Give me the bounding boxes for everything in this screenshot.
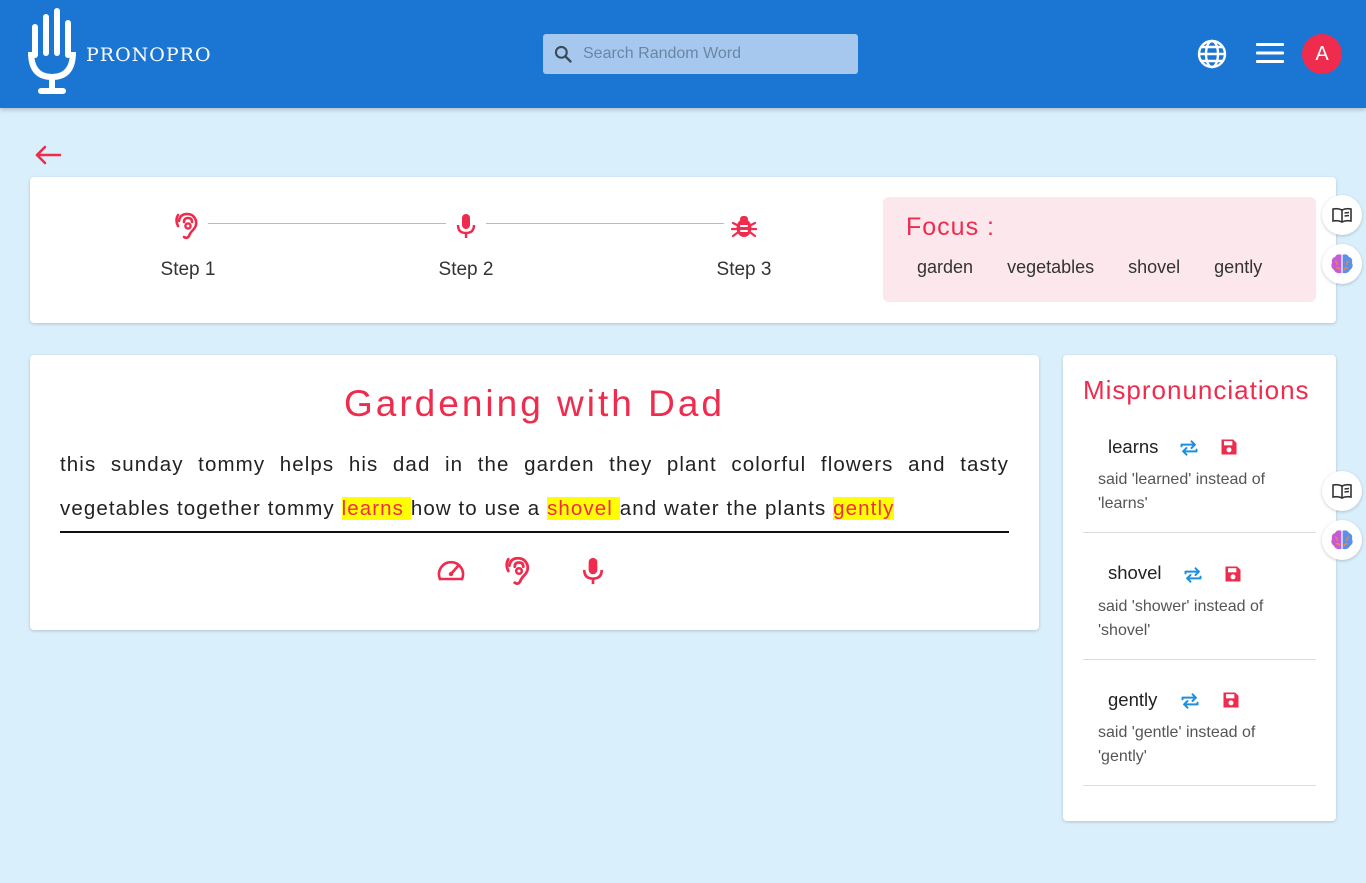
brain-button[interactable] xyxy=(1322,244,1362,284)
step-label: Step 1 xyxy=(160,259,216,280)
save-icon[interactable] xyxy=(1223,564,1243,584)
dictionary-button[interactable] xyxy=(1322,195,1362,235)
focus-word-list: garden vegetables shovel gently xyxy=(917,257,1262,278)
top-app-bar: PRONOPRO A xyxy=(0,0,1366,108)
focus-word[interactable]: garden xyxy=(917,257,973,278)
step-label: Step 3 xyxy=(716,259,772,280)
globe-icon[interactable] xyxy=(1196,38,1228,70)
focus-word[interactable]: shovel xyxy=(1128,257,1180,278)
mic-icon xyxy=(456,214,476,238)
focus-title: Focus : xyxy=(906,213,995,241)
mispronunciation-item: learns said 'learned' instead of 'learns… xyxy=(1083,423,1316,533)
passage-text: how to use a xyxy=(410,497,548,520)
bug-icon xyxy=(731,216,757,238)
reading-card: Gardening with Dad this sunday tommy hel… xyxy=(30,355,1039,630)
app-logo[interactable]: PRONOPRO xyxy=(26,8,212,98)
mispronunciation-description: said 'shower' instead of 'shovel' xyxy=(1098,598,1264,639)
save-icon[interactable] xyxy=(1221,690,1241,710)
brain-icon xyxy=(1331,530,1353,550)
highlighted-word[interactable]: shovel xyxy=(547,497,620,520)
divider xyxy=(60,531,1009,533)
mispronounced-word: shovel xyxy=(1108,562,1162,583)
step-2[interactable]: Step 2 xyxy=(406,209,526,281)
search-icon xyxy=(554,45,572,63)
search-bar[interactable] xyxy=(543,34,858,74)
mispronunciation-item: gently said 'gentle' instead of 'gently' xyxy=(1083,660,1316,786)
book-icon xyxy=(1332,207,1352,223)
highlighted-word[interactable]: gently xyxy=(833,497,895,520)
mispronunciations-title: Mispronunciations xyxy=(1083,375,1310,405)
book-icon xyxy=(1332,483,1352,499)
mispronunciations-card: Mispronunciations learns said 'learned' … xyxy=(1063,355,1336,821)
menu-icon[interactable] xyxy=(1255,41,1285,65)
story-passage: this sunday tommy helps his dad in the g… xyxy=(60,443,1009,531)
step-label: Step 2 xyxy=(438,259,494,280)
highlighted-word[interactable]: learns xyxy=(341,497,411,520)
steps-card: Step 1 Step 2 Step 3 Focus: garden vege… xyxy=(30,177,1336,323)
step-3[interactable]: Step 3 xyxy=(684,209,804,281)
mispronounced-word: gently xyxy=(1108,689,1158,710)
brain-button[interactable] xyxy=(1322,520,1362,560)
passage-text: and water the plants xyxy=(619,497,834,520)
story-title: Gardening with Dad xyxy=(343,383,726,424)
repeat-icon[interactable] xyxy=(1179,438,1199,458)
dictionary-button[interactable] xyxy=(1322,471,1362,511)
app-name: PRONOPRO xyxy=(86,44,212,66)
hearing-icon xyxy=(175,212,198,240)
mispronunciation-description: said 'gentle' instead of 'gently' xyxy=(1098,724,1256,765)
mispronunciation-item: shovel said 'shower' instead of 'shovel' xyxy=(1083,533,1316,660)
mispronunciation-description: said 'learned' instead of 'learns' xyxy=(1098,471,1266,512)
mic-icon[interactable] xyxy=(581,555,605,587)
mispronounced-word: learns xyxy=(1108,436,1159,457)
focus-word[interactable]: gently xyxy=(1214,257,1262,278)
speed-icon[interactable] xyxy=(436,557,466,583)
repeat-icon[interactable] xyxy=(1183,565,1203,585)
brain-icon xyxy=(1331,254,1353,274)
save-icon[interactable] xyxy=(1219,437,1239,457)
search-input[interactable] xyxy=(583,45,843,63)
user-avatar[interactable]: A xyxy=(1302,34,1342,74)
focus-word[interactable]: vegetables xyxy=(1007,257,1094,278)
focus-panel: Focus : garden vegetables shovel gently xyxy=(883,197,1316,302)
repeat-icon[interactable] xyxy=(1180,691,1200,711)
step-1[interactable]: Step 1 xyxy=(128,209,248,281)
mic-hand-logo-icon xyxy=(28,8,76,94)
hearing-icon[interactable] xyxy=(505,555,533,587)
back-arrow-icon[interactable] xyxy=(34,145,62,165)
